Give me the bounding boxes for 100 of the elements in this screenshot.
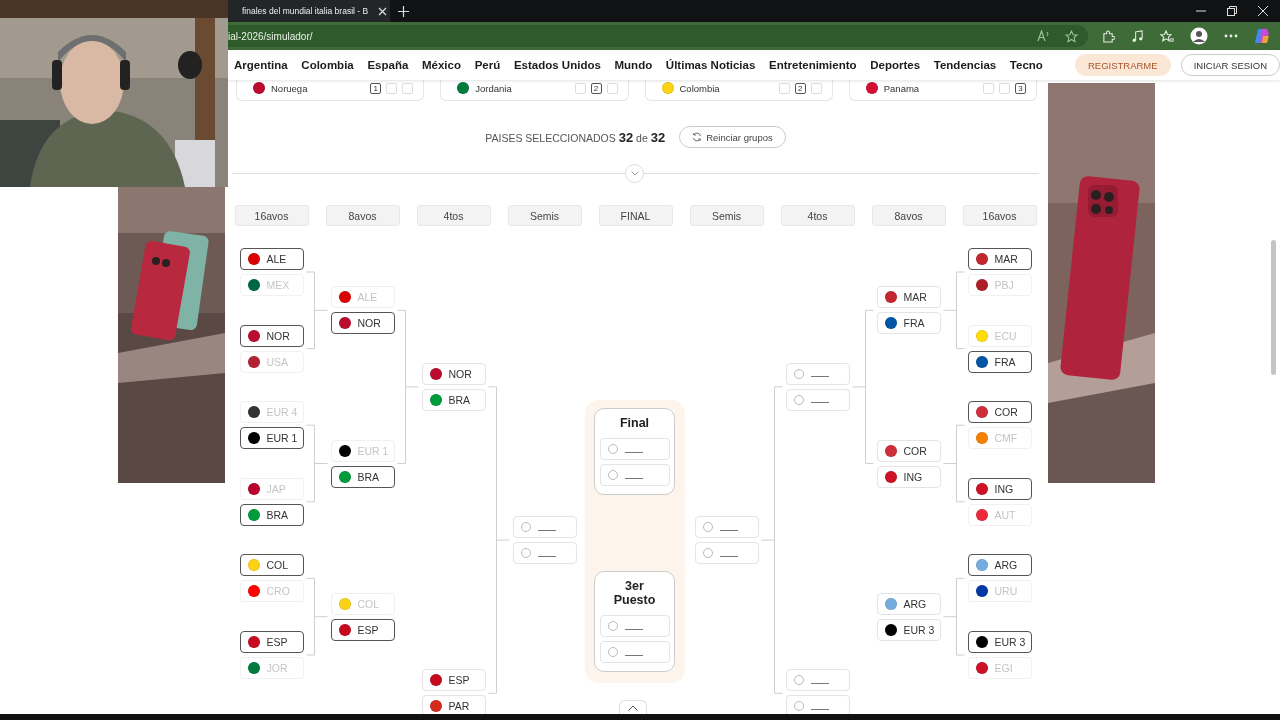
team-button[interactable]: EUR 1 bbox=[239, 427, 304, 450]
position-box[interactable] bbox=[999, 82, 1010, 94]
card-title: Final bbox=[619, 416, 650, 430]
round-header: 16avos bbox=[234, 205, 309, 226]
country-name: Colombia bbox=[679, 82, 720, 94]
team-button[interactable]: ESP bbox=[421, 669, 486, 692]
round-header: Semis bbox=[507, 205, 582, 226]
chevron-up-icon bbox=[628, 704, 638, 711]
round-header: FINAL bbox=[598, 205, 673, 226]
team-slot[interactable] bbox=[785, 669, 850, 692]
team-slot[interactable] bbox=[599, 615, 670, 637]
nav-link[interactable]: Perú bbox=[474, 59, 501, 71]
team-slot[interactable] bbox=[599, 641, 670, 663]
nav-link[interactable]: Tendencias bbox=[933, 59, 997, 71]
team-button[interactable]: EUR 3 bbox=[967, 631, 1032, 653]
scroll-up-button[interactable] bbox=[619, 700, 647, 714]
team-slot[interactable] bbox=[512, 516, 577, 539]
more-icon[interactable] bbox=[1224, 34, 1238, 38]
team-slot[interactable] bbox=[785, 388, 850, 411]
expand-button[interactable] bbox=[625, 164, 644, 183]
favorites-icon[interactable] bbox=[1160, 29, 1174, 43]
placeholder-line bbox=[810, 708, 829, 710]
team-slot[interactable] bbox=[694, 542, 759, 565]
position-box[interactable] bbox=[402, 82, 414, 94]
position-box[interactable] bbox=[983, 82, 994, 94]
team-button[interactable]: EUR 3 bbox=[876, 618, 941, 641]
team-slot[interactable] bbox=[599, 438, 670, 460]
nav-link[interactable]: España bbox=[367, 59, 409, 71]
star-icon[interactable] bbox=[1065, 29, 1078, 43]
browser-tab[interactable]: finales del mundial italia brasil - B bbox=[228, 0, 390, 22]
position-box[interactable]: 1 bbox=[370, 82, 382, 94]
team-button[interactable]: ARG bbox=[967, 554, 1032, 577]
team-button[interactable]: ING bbox=[967, 477, 1032, 500]
team-slot[interactable] bbox=[785, 362, 850, 385]
read-aloud-icon[interactable] bbox=[1037, 30, 1051, 42]
copilot-icon[interactable] bbox=[1254, 28, 1270, 44]
nav-link[interactable]: Últimas Noticias bbox=[665, 59, 756, 71]
nav-link[interactable]: México bbox=[422, 59, 461, 71]
position-box[interactable]: 2 bbox=[590, 82, 602, 94]
extensions-icon[interactable] bbox=[1102, 29, 1115, 43]
position-box[interactable]: 2 bbox=[794, 82, 806, 94]
position-box[interactable] bbox=[386, 82, 398, 94]
new-tab-icon[interactable] bbox=[398, 5, 409, 17]
nav-link[interactable]: Tecno bbox=[1009, 59, 1043, 71]
team-slot[interactable] bbox=[512, 542, 577, 565]
team-button[interactable]: BRA bbox=[330, 465, 395, 488]
team-slot[interactable] bbox=[785, 695, 850, 714]
nav-link[interactable]: Mundo bbox=[614, 59, 653, 71]
team-button[interactable]: FRA bbox=[876, 312, 941, 335]
placeholder-line bbox=[624, 654, 643, 656]
team-button[interactable]: PAR bbox=[421, 695, 486, 714]
nav-link[interactable]: Argentina bbox=[234, 59, 288, 71]
nav-link[interactable]: Deportes bbox=[870, 59, 921, 71]
round-header: 8avos bbox=[325, 205, 400, 226]
team-button[interactable]: COR bbox=[876, 439, 941, 462]
position-box[interactable] bbox=[810, 82, 822, 94]
team-button[interactable]: ALE bbox=[239, 248, 304, 270]
country-name: Panama bbox=[883, 82, 920, 94]
placeholder-line bbox=[624, 477, 643, 479]
team-button[interactable]: ING bbox=[876, 465, 941, 488]
close-icon[interactable] bbox=[1258, 6, 1268, 16]
close-icon[interactable] bbox=[378, 6, 388, 16]
team-button[interactable]: MAR bbox=[967, 248, 1032, 270]
round-header: 16avos bbox=[962, 205, 1037, 226]
reset-button[interactable]: Reinciar grupos bbox=[679, 126, 786, 148]
team-button[interactable]: COR bbox=[967, 401, 1032, 424]
position-box[interactable] bbox=[778, 82, 790, 94]
selected-count-text: PAISES SELECCIONADOS 32 de 32 bbox=[485, 129, 666, 145]
nav-link[interactable]: Colombia bbox=[301, 59, 354, 71]
team-button[interactable]: BRA bbox=[239, 503, 304, 526]
nav-link[interactable]: Estados Unidos bbox=[513, 59, 601, 71]
team-button[interactable]: NOR bbox=[239, 324, 304, 347]
team-button[interactable]: ESP bbox=[330, 618, 395, 641]
profile-icon[interactable] bbox=[1190, 27, 1208, 45]
position-box[interactable]: 3 bbox=[1015, 82, 1026, 94]
placeholder-line bbox=[537, 529, 556, 531]
placeholder-line bbox=[810, 376, 829, 378]
scrollbar-thumb[interactable] bbox=[1271, 240, 1276, 375]
nav-link[interactable]: Entretenimiento bbox=[769, 59, 857, 71]
placeholder-line bbox=[537, 555, 556, 557]
login-button[interactable]: INICIAR SESION bbox=[1180, 54, 1280, 76]
team-button[interactable]: FRA bbox=[967, 350, 1032, 373]
team-button[interactable]: ESP bbox=[239, 631, 304, 653]
team-slot[interactable] bbox=[599, 464, 670, 486]
media-icon[interactable] bbox=[1131, 29, 1144, 43]
card-title: 3er Puesto bbox=[612, 579, 657, 607]
register-button[interactable]: REGISTRARME bbox=[1074, 54, 1171, 76]
team-button[interactable]: MAR bbox=[876, 286, 941, 309]
restore-icon[interactable] bbox=[1227, 6, 1237, 16]
team-button[interactable]: COL bbox=[239, 554, 304, 577]
placeholder-line bbox=[719, 555, 738, 557]
team-button[interactable]: ARG bbox=[876, 592, 941, 615]
position-box[interactable] bbox=[574, 82, 586, 94]
team-button[interactable]: NOR bbox=[421, 362, 486, 385]
team-button[interactable]: NOR bbox=[330, 312, 395, 335]
chevron-down-icon bbox=[630, 171, 639, 176]
team-button[interactable]: BRA bbox=[421, 388, 486, 411]
country-name: Jordania bbox=[475, 82, 512, 94]
position-box[interactable] bbox=[606, 82, 618, 94]
team-slot[interactable] bbox=[694, 516, 759, 539]
